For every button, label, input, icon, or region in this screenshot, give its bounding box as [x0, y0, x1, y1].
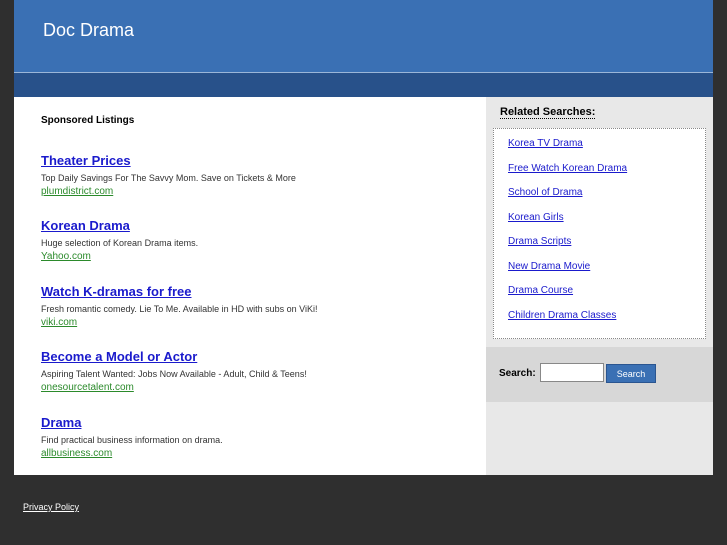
listing-item: Theater Prices Top Daily Savings For The… — [41, 153, 471, 197]
site-title: Doc Drama — [43, 20, 135, 40]
listing-description: Aspiring Talent Wanted: Jobs Now Availab… — [41, 369, 307, 379]
listing-url-link[interactable]: viki.com — [41, 317, 471, 328]
search-input[interactable] — [540, 363, 604, 382]
related-searches-list: Korea TV Drama Free Watch Korean Drama S… — [493, 128, 706, 339]
header-band — [14, 73, 713, 97]
listing-item: Korean Drama Huge selection of Korean Dr… — [41, 218, 471, 262]
sidebar: Related Searches: Korea TV Drama Free Wa… — [486, 97, 713, 475]
listing-title-link[interactable]: Become a Model or Actor — [41, 349, 471, 364]
related-search-link[interactable]: Children Drama Classes — [508, 310, 616, 321]
search-label: Search: — [499, 368, 536, 379]
listing-description: Huge selection of Korean Drama items. — [41, 238, 199, 248]
listing-item: Watch K-dramas for free Fresh romantic c… — [41, 284, 471, 328]
sponsored-heading: Sponsored Listings — [41, 115, 135, 126]
listing-description: Top Daily Savings For The Savvy Mom. Sav… — [41, 173, 296, 183]
related-search-link[interactable]: Korea TV Drama — [508, 138, 583, 149]
related-search-link[interactable]: New Drama Movie — [508, 261, 590, 272]
privacy-policy-link[interactable]: Privacy Policy — [23, 502, 79, 512]
listing-title-link[interactable]: Watch K-dramas for free — [41, 284, 471, 299]
listing-item: Drama Find practical business informatio… — [41, 415, 471, 459]
listing-url-link[interactable]: Yahoo.com — [41, 251, 471, 262]
related-search-link[interactable]: Drama Scripts — [508, 236, 571, 247]
site-header: Doc Drama — [14, 0, 713, 97]
related-search-link[interactable]: Drama Course — [508, 285, 573, 296]
listing-description: Find practical business information on d… — [41, 435, 223, 445]
listing-description: Fresh romantic comedy. Lie To Me. Availa… — [41, 304, 318, 314]
listing-url-link[interactable]: plumdistrict.com — [41, 186, 471, 197]
listing-title-link[interactable]: Drama — [41, 415, 471, 430]
related-search-link[interactable]: School of Drama — [508, 187, 582, 198]
listing-item: Become a Model or Actor Aspiring Talent … — [41, 349, 471, 393]
main-content: Sponsored Listings Theater Prices Top Da… — [14, 97, 486, 475]
listing-title-link[interactable]: Theater Prices — [41, 153, 471, 168]
listing-title-link[interactable]: Korean Drama — [41, 218, 471, 233]
search-panel: Search: Search — [486, 347, 713, 402]
related-search-link[interactable]: Korean Girls — [508, 212, 564, 223]
related-search-link[interactable]: Free Watch Korean Drama — [508, 163, 627, 174]
search-button[interactable]: Search — [606, 364, 656, 383]
listing-url-link[interactable]: onesourcetalent.com — [41, 382, 471, 393]
related-searches-heading: Related Searches: — [500, 106, 596, 119]
listing-url-link[interactable]: allbusiness.com — [41, 448, 471, 459]
